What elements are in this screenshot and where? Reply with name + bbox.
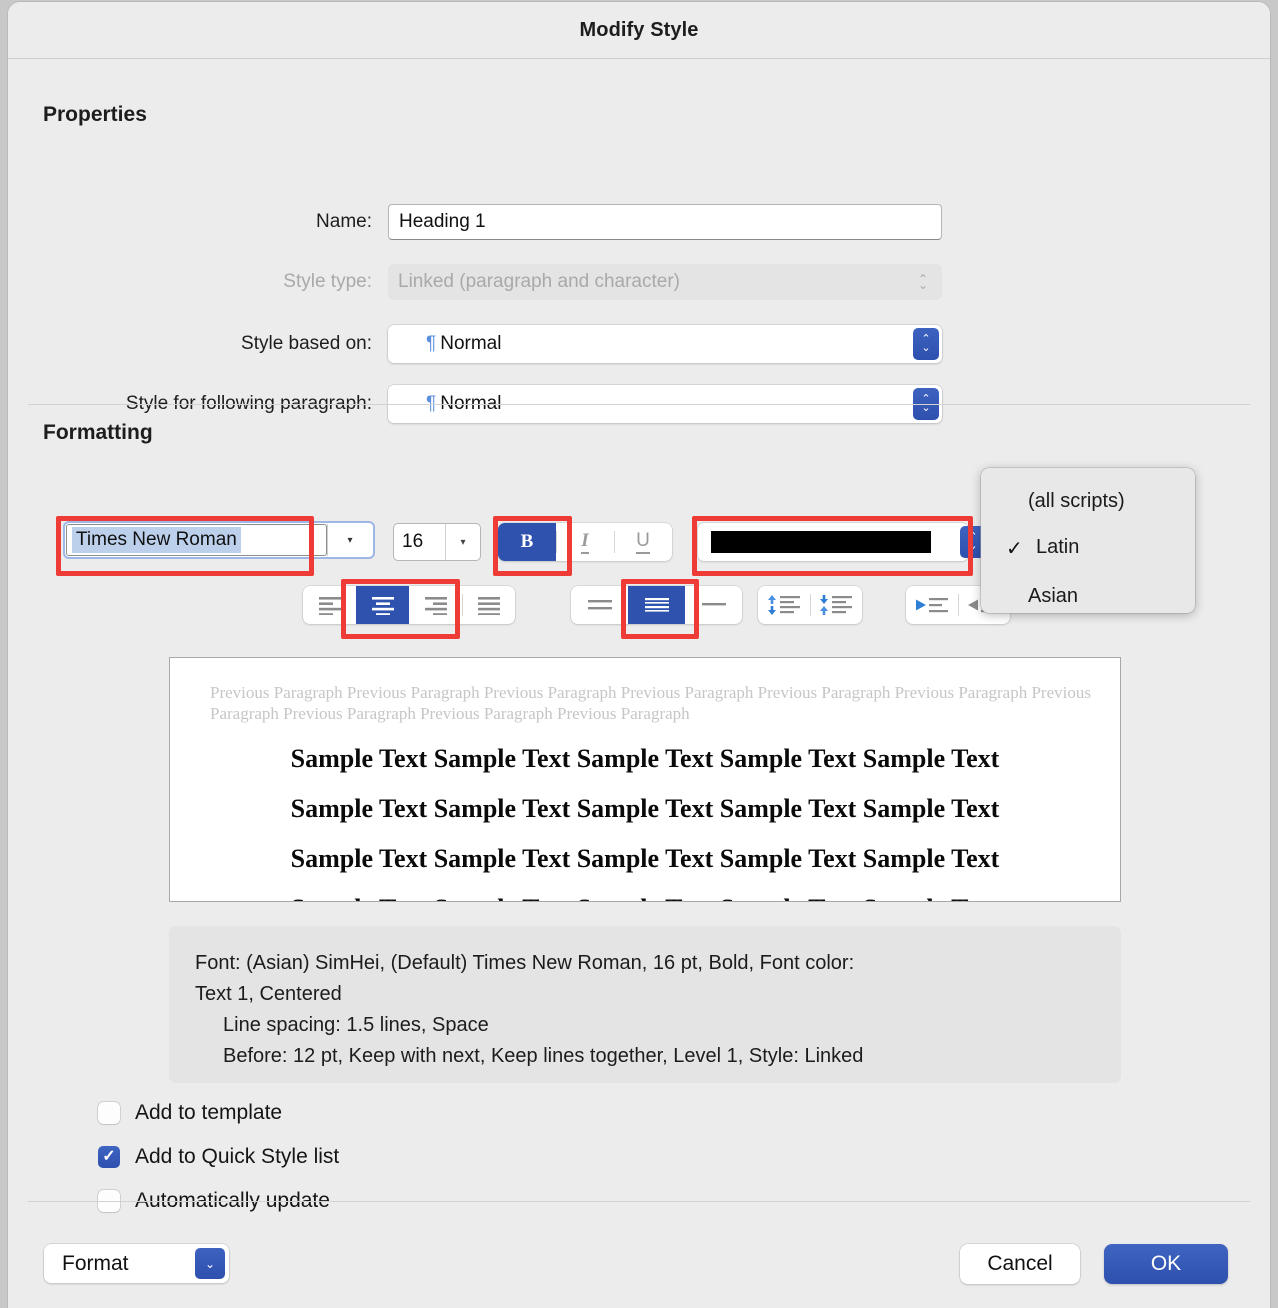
line-spacing-button-group <box>571 586 742 624</box>
font-name-input[interactable]: Times New Roman <box>66 524 327 556</box>
style-preview: Previous Paragraph Previous Paragraph Pr… <box>169 657 1121 902</box>
formatting-section-title: Formatting <box>43 421 153 444</box>
preview-sample-line: Sample Text Sample Text Sample Text Samp… <box>290 844 1000 873</box>
name-row: Name: Heading 1 <box>8 204 942 240</box>
bold-button[interactable]: B <box>498 523 556 561</box>
dialog-footer: Format ⌄ Cancel OK <box>8 1219 1270 1308</box>
description-line: Line spacing: 1.5 lines, Space <box>223 1014 489 1036</box>
font-style-button-group: B I U <box>498 523 672 561</box>
align-justify-button[interactable] <box>462 586 515 624</box>
chevron-updown-icon[interactable]: ⌃ ⌄ <box>913 328 939 360</box>
align-justify-icon <box>477 597 500 615</box>
align-left-button[interactable] <box>303 586 356 624</box>
section-divider <box>28 404 1250 405</box>
chevron-down-icon[interactable]: ▾ <box>445 524 480 560</box>
chevron-down-icon[interactable]: ⌄ <box>195 1248 225 1279</box>
description-line: Before: 12 pt, Keep with next, Keep line… <box>223 1045 864 1067</box>
align-right-button[interactable] <box>409 586 462 624</box>
align-center-icon <box>371 597 394 615</box>
footer-divider <box>28 1201 1250 1202</box>
line-spacing-double-button[interactable] <box>685 586 742 624</box>
modify-style-dialog: Modify Style Properties Name: Heading 1 … <box>8 2 1270 1308</box>
line-spacing-double-icon <box>701 603 726 606</box>
space-before-icon <box>768 595 800 615</box>
line-spacing-single-icon <box>587 600 612 610</box>
add-to-quick-style-list-checkbox[interactable]: ✓ <box>98 1146 120 1168</box>
ok-button[interactable]: OK <box>1104 1244 1228 1284</box>
style-based-on-label: Style based on: <box>241 333 372 354</box>
line-spacing-1-5-icon <box>644 598 669 612</box>
check-icon: ✓ <box>102 1148 116 1165</box>
decrease-space-before-button[interactable] <box>758 586 810 624</box>
dialog-body: Properties Name: Heading 1 Style type: L… <box>8 59 1270 1308</box>
description-line: Text 1, Centered <box>195 983 342 1005</box>
style-name-value: Heading 1 <box>399 211 486 232</box>
add-to-template-label: Add to template <box>135 1101 283 1124</box>
align-right-icon <box>424 597 447 615</box>
decrease-indent-button[interactable] <box>906 586 958 624</box>
menu-item-all-scripts[interactable]: (all scripts) <box>1028 490 1125 513</box>
font-name-combobox[interactable]: Times New Roman ▾ <box>63 521 375 559</box>
increase-space-after-button[interactable] <box>810 586 862 624</box>
dialog-title: Modify Style <box>579 18 699 41</box>
add-to-template-row[interactable]: Add to template <box>98 1101 282 1125</box>
preview-sample-line: Sample Text Sample Text Sample Text Samp… <box>290 744 1000 773</box>
style-type-label: Style type: <box>283 271 372 292</box>
name-label: Name: <box>316 211 372 232</box>
add-to-quick-style-list-row[interactable]: ✓ Add to Quick Style list <box>98 1145 339 1169</box>
preview-sample-line: Sample Text Sample Text Sample Text Samp… <box>170 874 1120 901</box>
line-spacing-1-5-button[interactable] <box>628 586 685 624</box>
dialog-titlebar: Modify Style <box>8 2 1270 59</box>
format-menu-button[interactable]: Format ⌄ <box>44 1244 229 1283</box>
pilcrow-icon: ¶ <box>426 333 437 354</box>
style-type-row: Style type: Linked (paragraph and charac… <box>8 264 942 300</box>
check-icon: ✓ <box>1006 538 1023 560</box>
menu-item-latin[interactable]: Latin <box>1036 536 1079 559</box>
add-to-template-checkbox[interactable] <box>98 1102 120 1124</box>
font-size-combobox[interactable]: 16 ▾ <box>393 523 481 561</box>
style-name-input[interactable]: Heading 1 <box>388 204 942 240</box>
menu-item-asian[interactable]: Asian <box>1028 585 1078 608</box>
format-button-label: Format <box>62 1251 129 1275</box>
underline-label: U <box>636 530 650 554</box>
align-center-button[interactable] <box>356 586 409 624</box>
italic-button[interactable]: I <box>556 523 614 561</box>
bold-label: B <box>520 531 534 552</box>
style-description: Font: (Asian) SimHei, (Default) Times Ne… <box>169 926 1121 1083</box>
line-spacing-single-button[interactable] <box>571 586 628 624</box>
alignment-button-group <box>303 586 515 624</box>
preview-sample-line: Sample Text Sample Text Sample Text Samp… <box>290 794 1000 823</box>
script-popup-menu: (all scripts) ✓ Latin Asian <box>981 468 1195 613</box>
chevron-updown-icon: ⌃ ⌄ <box>917 272 928 292</box>
underline-button[interactable]: U <box>614 523 672 561</box>
chevron-down-icon[interactable]: ▾ <box>327 524 372 556</box>
style-based-on-row: Style based on: ¶ Normal ⌃ ⌄ <box>8 325 942 363</box>
cancel-button[interactable]: Cancel <box>960 1244 1080 1284</box>
decrease-indent-icon <box>916 598 948 613</box>
font-size-value: 16 <box>402 531 424 552</box>
font-name-value: Times New Roman <box>72 527 241 553</box>
font-color-well[interactable]: ⌃ ⌄ <box>698 523 986 561</box>
style-based-on-value: Normal <box>440 333 502 354</box>
description-line: Font: (Asian) SimHei, (Default) Times Ne… <box>195 952 855 974</box>
space-after-icon <box>820 595 852 615</box>
italic-label: I <box>581 530 589 554</box>
add-to-quick-style-list-label: Add to Quick Style list <box>135 1145 340 1168</box>
paragraph-spacing-button-group <box>758 586 862 624</box>
style-type-value: Linked (paragraph and character) <box>398 271 681 292</box>
align-left-icon <box>318 597 341 615</box>
properties-section-title: Properties <box>43 103 147 126</box>
preview-previous-paragraph: Previous Paragraph Previous Paragraph Pr… <box>210 683 1091 723</box>
style-type-select: Linked (paragraph and character) ⌃ ⌄ <box>388 264 942 300</box>
style-based-on-select[interactable]: ¶ Normal ⌃ ⌄ <box>388 325 942 363</box>
font-color-swatch[interactable] <box>711 531 931 553</box>
